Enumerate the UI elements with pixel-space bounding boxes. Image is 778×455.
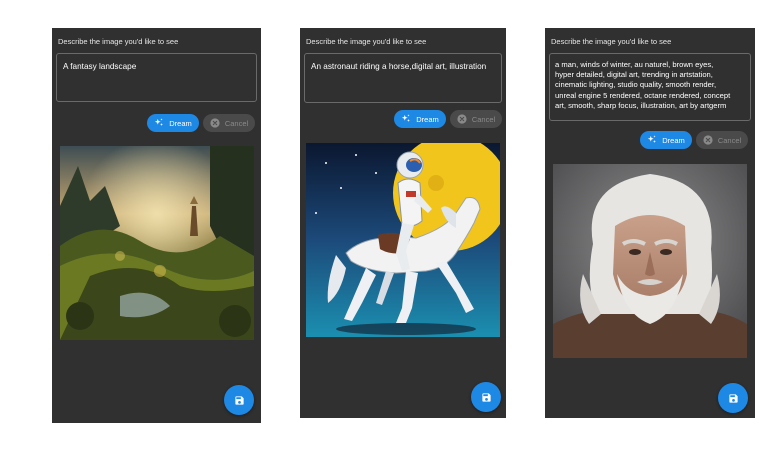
cancel-button[interactable]: Cancel [450, 110, 502, 128]
sparkle-icon [155, 118, 164, 126]
app-screen-3: Describe the image you'd like to see a m… [545, 28, 755, 418]
dream-button-label: Dream [169, 118, 192, 128]
dream-button[interactable]: Dream [147, 114, 199, 132]
generated-image [60, 146, 254, 340]
cancel-button-label: Cancel [471, 114, 496, 124]
cancel-circle-icon [210, 118, 220, 128]
save-icon [481, 392, 491, 402]
prompt-input[interactable]: a man, winds of winter, au naturel, brow… [549, 53, 751, 121]
app-screen-2: Describe the image you'd like to see An … [300, 28, 506, 418]
dream-button-label: Dream [416, 114, 439, 124]
cancel-button-label: Cancel [717, 135, 742, 145]
sparkle-icon [402, 114, 411, 122]
prompt-label: Describe the image you'd like to see [58, 37, 179, 46]
app-screen-1: Describe the image you'd like to see A f… [52, 28, 261, 423]
dream-button[interactable]: Dream [640, 131, 692, 149]
save-button[interactable] [471, 382, 501, 412]
prompt-input[interactable]: An astronaut riding a horse,digital art,… [304, 53, 502, 103]
save-icon [234, 395, 244, 405]
prompt-label: Describe the image you'd like to see [551, 37, 672, 46]
save-button[interactable] [718, 383, 748, 413]
cancel-button[interactable]: Cancel [696, 131, 748, 149]
sparkle-icon [648, 135, 657, 143]
dream-button-label: Dream [662, 135, 685, 145]
cancel-button-label: Cancel [224, 118, 249, 128]
dream-button[interactable]: Dream [394, 110, 446, 128]
cancel-circle-icon [703, 135, 713, 145]
save-button[interactable] [224, 385, 254, 415]
generated-image [306, 143, 500, 337]
cancel-circle-icon [457, 114, 467, 124]
cancel-button[interactable]: Cancel [203, 114, 255, 132]
prompt-input[interactable]: A fantasy landscape [56, 53, 257, 102]
save-icon [728, 393, 738, 403]
prompt-label: Describe the image you'd like to see [306, 37, 427, 46]
generated-image [553, 164, 747, 358]
